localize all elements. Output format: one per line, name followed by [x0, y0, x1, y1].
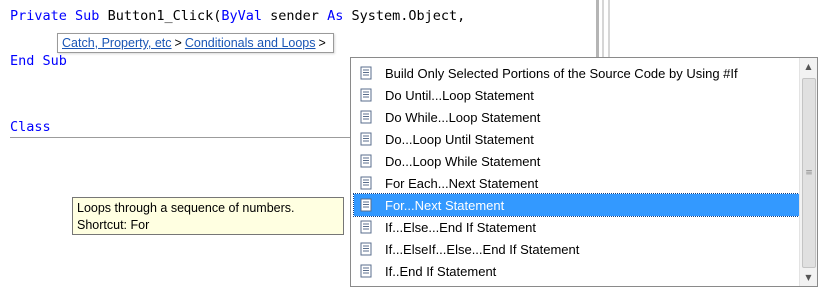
vertical-scrollbar[interactable]: ▲ ≡ ▼	[799, 58, 817, 286]
keyword: Sub	[42, 53, 67, 69]
snippet-list-item-label: Do While...Loop Statement	[385, 109, 541, 125]
code-text: Button1_Click(	[107, 8, 222, 24]
snippet-list-item-label: For...Next Statement	[385, 197, 505, 213]
snippet-tooltip: Loops through a sequence of numbers. Sho…	[72, 197, 344, 235]
snippet-document-icon	[359, 132, 373, 146]
keyword: As	[327, 8, 344, 24]
breadcrumb-link-catch-property[interactable]: Catch, Property, etc	[62, 36, 172, 50]
editor-splitter[interactable]	[596, 0, 599, 57]
code-separator-line	[10, 137, 350, 138]
snippet-list-item-label: Do...Loop Until Statement	[385, 131, 534, 147]
code-text: sender	[270, 8, 319, 24]
breadcrumb-separator: >	[318, 36, 326, 50]
snippet-list-item-label: If...Else...End If Statement	[385, 219, 537, 235]
snippet-document-icon	[359, 88, 373, 102]
keyword: End	[10, 53, 35, 69]
snippet-document-icon	[359, 220, 373, 234]
snippet-list-item[interactable]: Do...Loop While Statement	[354, 150, 801, 172]
snippet-list: Build Only Selected Portions of the Sour…	[353, 62, 802, 282]
snippet-list-item-label: If..End If Statement	[385, 263, 497, 279]
snippet-picker-list: Build Only Selected Portions of the Sour…	[350, 57, 818, 287]
scrollbar-thumb[interactable]: ≡	[802, 78, 816, 268]
snippet-list-item-label: Build Only Selected Portions of the Sour…	[385, 65, 738, 81]
snippet-list-item[interactable]: Build Only Selected Portions of the Sour…	[354, 62, 801, 84]
snippet-list-item[interactable]: For...Next Statement	[353, 193, 802, 217]
code-line-2: End Sub	[10, 53, 67, 69]
snippet-list-item[interactable]: For Each...Next Statement	[354, 172, 801, 194]
snippet-document-icon	[359, 264, 373, 278]
editor-splitter	[602, 0, 604, 57]
snippet-document-icon	[359, 198, 373, 212]
scroll-up-arrow-icon[interactable]: ▲	[800, 58, 817, 75]
editor-splitter	[608, 0, 610, 57]
code-line-1: Private Sub Button1_Click(ByVal sender A…	[10, 8, 465, 24]
grip-icon: ≡	[805, 168, 813, 178]
snippet-list-item[interactable]: Do...Loop Until Statement	[354, 128, 801, 150]
snippet-document-icon	[359, 176, 373, 190]
snippet-list-item[interactable]: If...ElseIf...Else...End If Statement	[354, 238, 801, 260]
snippet-document-icon	[359, 66, 373, 80]
tooltip-shortcut: Shortcut: For	[77, 218, 150, 232]
code-line-3: Class	[10, 119, 51, 135]
keyword: Private	[10, 8, 67, 24]
keyword: Sub	[75, 8, 100, 24]
snippet-list-item[interactable]: Do While...Loop Statement	[354, 106, 801, 128]
snippet-document-icon	[359, 154, 373, 168]
snippet-list-item[interactable]: If..End If Statement	[354, 260, 801, 282]
code-text: System.Object,	[351, 8, 466, 24]
breadcrumb-link-conditionals-loops[interactable]: Conditionals and Loops	[185, 36, 316, 50]
snippet-document-icon	[359, 110, 373, 124]
keyword: ByVal	[221, 8, 263, 24]
snippet-list-item-label: For Each...Next Statement	[385, 175, 539, 191]
snippet-document-icon	[359, 242, 373, 256]
snippet-list-item-label: Do...Loop While Statement	[385, 153, 541, 169]
scroll-down-arrow-icon[interactable]: ▼	[800, 269, 817, 286]
keyword: Class	[10, 119, 51, 135]
breadcrumb-separator: >	[174, 36, 182, 50]
snippet-list-item-label: If...ElseIf...Else...End If Statement	[385, 241, 580, 257]
tooltip-description: Loops through a sequence of numbers.	[77, 201, 295, 215]
snippet-list-item[interactable]: Do Until...Loop Statement	[354, 84, 801, 106]
snippet-list-item[interactable]: If...Else...End If Statement	[354, 216, 801, 238]
snippet-breadcrumb: Catch, Property, etc > Conditionals and …	[57, 33, 334, 53]
snippet-list-item-label: Do Until...Loop Statement	[385, 87, 534, 103]
